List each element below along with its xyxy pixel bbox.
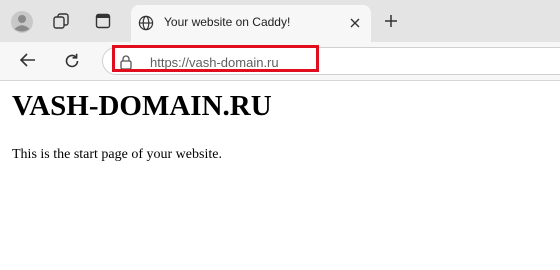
plus-icon[interactable] — [384, 14, 398, 28]
back-arrow-icon[interactable] — [19, 52, 37, 68]
profile-avatar-icon[interactable] — [10, 10, 34, 34]
globe-icon — [138, 15, 154, 31]
workspaces-icon[interactable] — [52, 12, 70, 30]
page-content: VASH-DOMAIN.RU This is the start page of… — [0, 81, 560, 270]
url-highlight-box — [112, 45, 319, 72]
page-text: This is the start page of your website. — [12, 147, 222, 162]
page-heading: VASH-DOMAIN.RU — [12, 90, 272, 122]
tab-actions-icon[interactable] — [95, 13, 111, 29]
tab-title: Your website on Caddy! — [164, 15, 291, 29]
active-tab[interactable]: Your website on Caddy! — [131, 5, 371, 42]
refresh-icon[interactable] — [63, 52, 81, 70]
tab-strip: Your website on Caddy! — [0, 0, 560, 42]
close-icon[interactable] — [349, 17, 361, 29]
